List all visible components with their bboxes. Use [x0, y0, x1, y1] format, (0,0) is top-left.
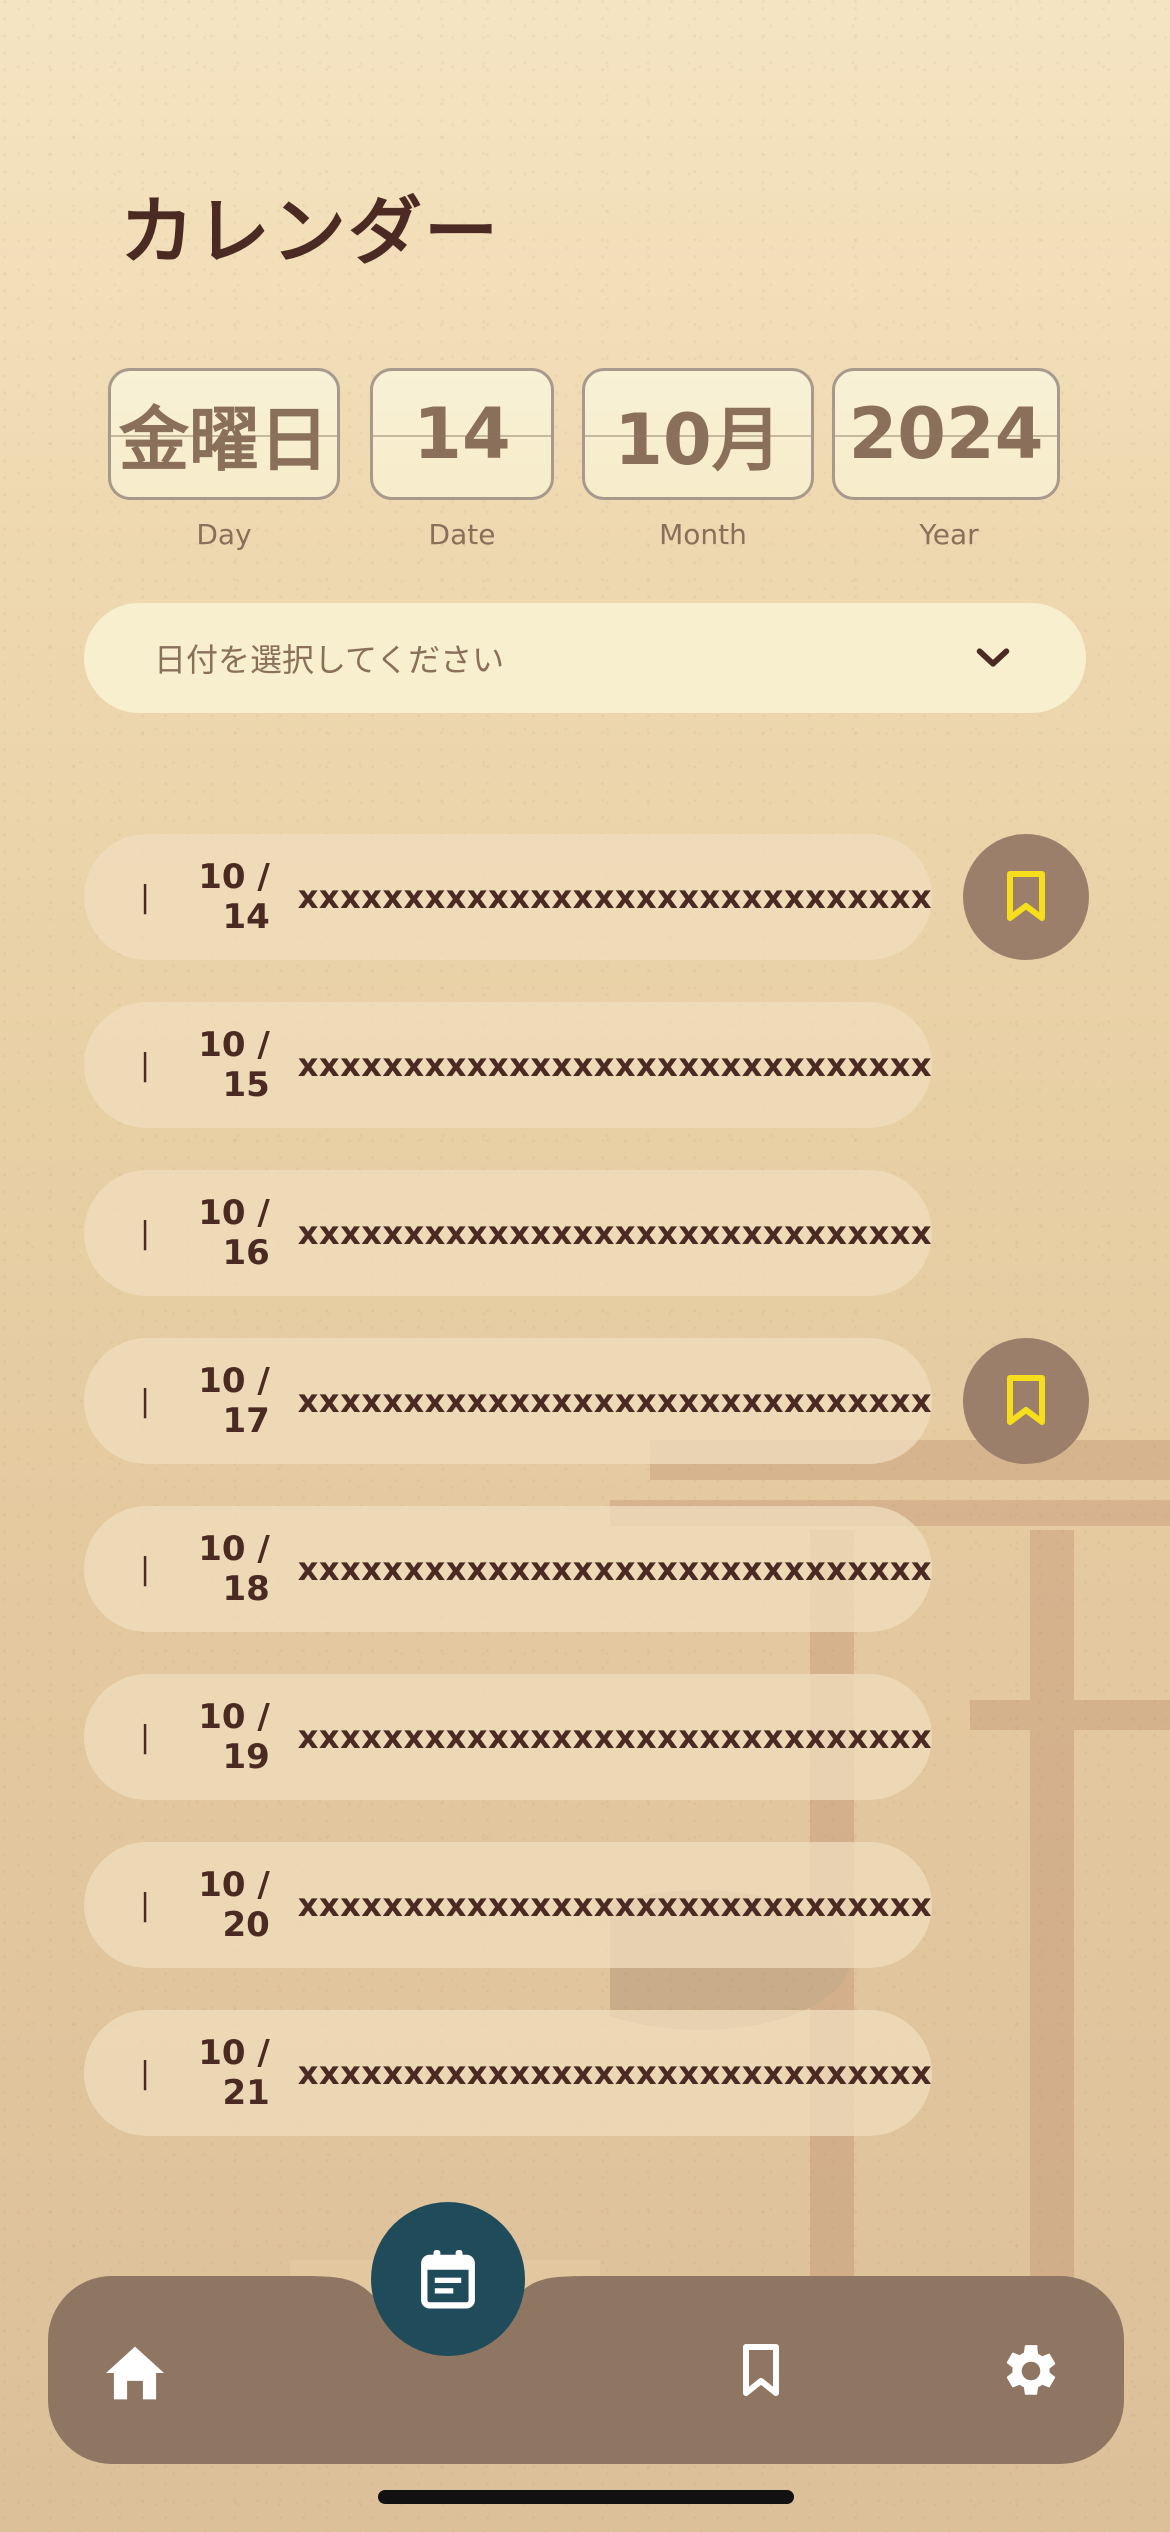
year-display: 2024 [832, 368, 1060, 500]
day-display: 金曜日 [108, 368, 340, 500]
entry-date: 10 / 19 [198, 1697, 270, 1777]
list-item[interactable]: | 10 / 21 xxxxxxxxxxxxxxxxxxxxxxxxxxxxxx [84, 2010, 932, 2136]
list-item[interactable]: | 10 / 19 xxxxxxxxxxxxxxxxxxxxxxxxxxxxxx [84, 1674, 932, 1800]
entry-date: 10 / 14 [198, 857, 270, 937]
bookmark-button[interactable] [963, 1338, 1089, 1464]
nav-calendar-button[interactable] [371, 2202, 525, 2356]
list-item[interactable]: | 10 / 14 xxxxxxxxxxxxxxxxxxxxxxxxxxxxxx [84, 834, 932, 960]
nav-bookmark-button[interactable] [716, 2326, 806, 2416]
entry-text: xxxxxxxxxxxxxxxxxxxxxxxxxxxxxx [297, 1214, 932, 1252]
entry-separator: | [140, 1047, 151, 1083]
entry-text: xxxxxxxxxxxxxxxxxxxxxxxxxxxxxx [297, 1382, 932, 1420]
month-display: 10月 [582, 368, 814, 500]
list-item[interactable]: | 10 / 17 xxxxxxxxxxxxxxxxxxxxxxxxxxxxxx [84, 1338, 932, 1464]
month-value: 10月 [614, 398, 782, 481]
day-label: Day [196, 518, 252, 551]
entry-text: xxxxxxxxxxxxxxxxxxxxxxxxxxxxxx [297, 1718, 932, 1756]
entry-text: xxxxxxxxxxxxxxxxxxxxxxxxxxxxxx [297, 2054, 932, 2092]
list-item[interactable]: | 10 / 20 xxxxxxxxxxxxxxxxxxxxxxxxxxxxxx [84, 1842, 932, 1968]
entry-separator: | [140, 1719, 151, 1755]
entry-date: 10 / 15 [198, 1025, 270, 1105]
entry-date: 10 / 21 [198, 2033, 270, 2113]
entry-date: 10 / 20 [198, 1865, 270, 1945]
date-value: 14 [413, 393, 511, 475]
entry-date: 10 / 16 [198, 1193, 270, 1273]
bookmark-button[interactable] [963, 834, 1089, 960]
entry-separator: | [140, 1887, 151, 1923]
month-label: Month [659, 518, 747, 551]
bookmark-icon [1007, 871, 1045, 921]
entry-text: xxxxxxxxxxxxxxxxxxxxxxxxxxxxxx [297, 1886, 932, 1924]
home-indicator [378, 2490, 794, 2504]
chevron-down-icon [976, 648, 1010, 667]
list-item[interactable]: | 10 / 16 xxxxxxxxxxxxxxxxxxxxxxxxxxxxxx [84, 1170, 932, 1296]
date-select-dropdown[interactable]: 日付を選択してください [84, 603, 1086, 713]
calendar-icon [421, 2250, 475, 2309]
date-select-placeholder: 日付を選択してください [154, 641, 505, 679]
day-value: 金曜日 [119, 398, 329, 481]
entry-separator: | [140, 879, 151, 915]
entry-text: xxxxxxxxxxxxxxxxxxxxxxxxxxxxxx [297, 1046, 932, 1084]
nav-settings-button[interactable] [986, 2326, 1076, 2416]
bookmark-icon [1007, 1375, 1045, 1425]
page-title: カレンダー [120, 189, 500, 275]
entry-date: 10 / 17 [198, 1361, 270, 1441]
home-icon [106, 2346, 164, 2400]
entry-separator: | [140, 2055, 151, 2091]
entry-separator: | [140, 1215, 151, 1251]
nav-home-button[interactable] [90, 2328, 180, 2418]
entry-separator: | [140, 1551, 151, 1587]
year-label: Year [919, 518, 979, 551]
entry-text: xxxxxxxxxxxxxxxxxxxxxxxxxxxxxx [297, 1550, 932, 1588]
date-label: Date [428, 518, 496, 551]
bookmark-icon [743, 2344, 779, 2396]
list-item[interactable]: | 10 / 18 xxxxxxxxxxxxxxxxxxxxxxxxxxxxxx [84, 1506, 932, 1632]
year-value: 2024 [848, 393, 1044, 475]
entry-separator: | [140, 1383, 151, 1419]
date-display: 14 [370, 368, 554, 500]
gear-icon [1006, 2345, 1056, 2395]
entry-text: xxxxxxxxxxxxxxxxxxxxxxxxxxxxxx [297, 878, 932, 916]
list-item[interactable]: | 10 / 15 xxxxxxxxxxxxxxxxxxxxxxxxxxxxxx [84, 1002, 932, 1128]
entry-date: 10 / 18 [198, 1529, 270, 1609]
